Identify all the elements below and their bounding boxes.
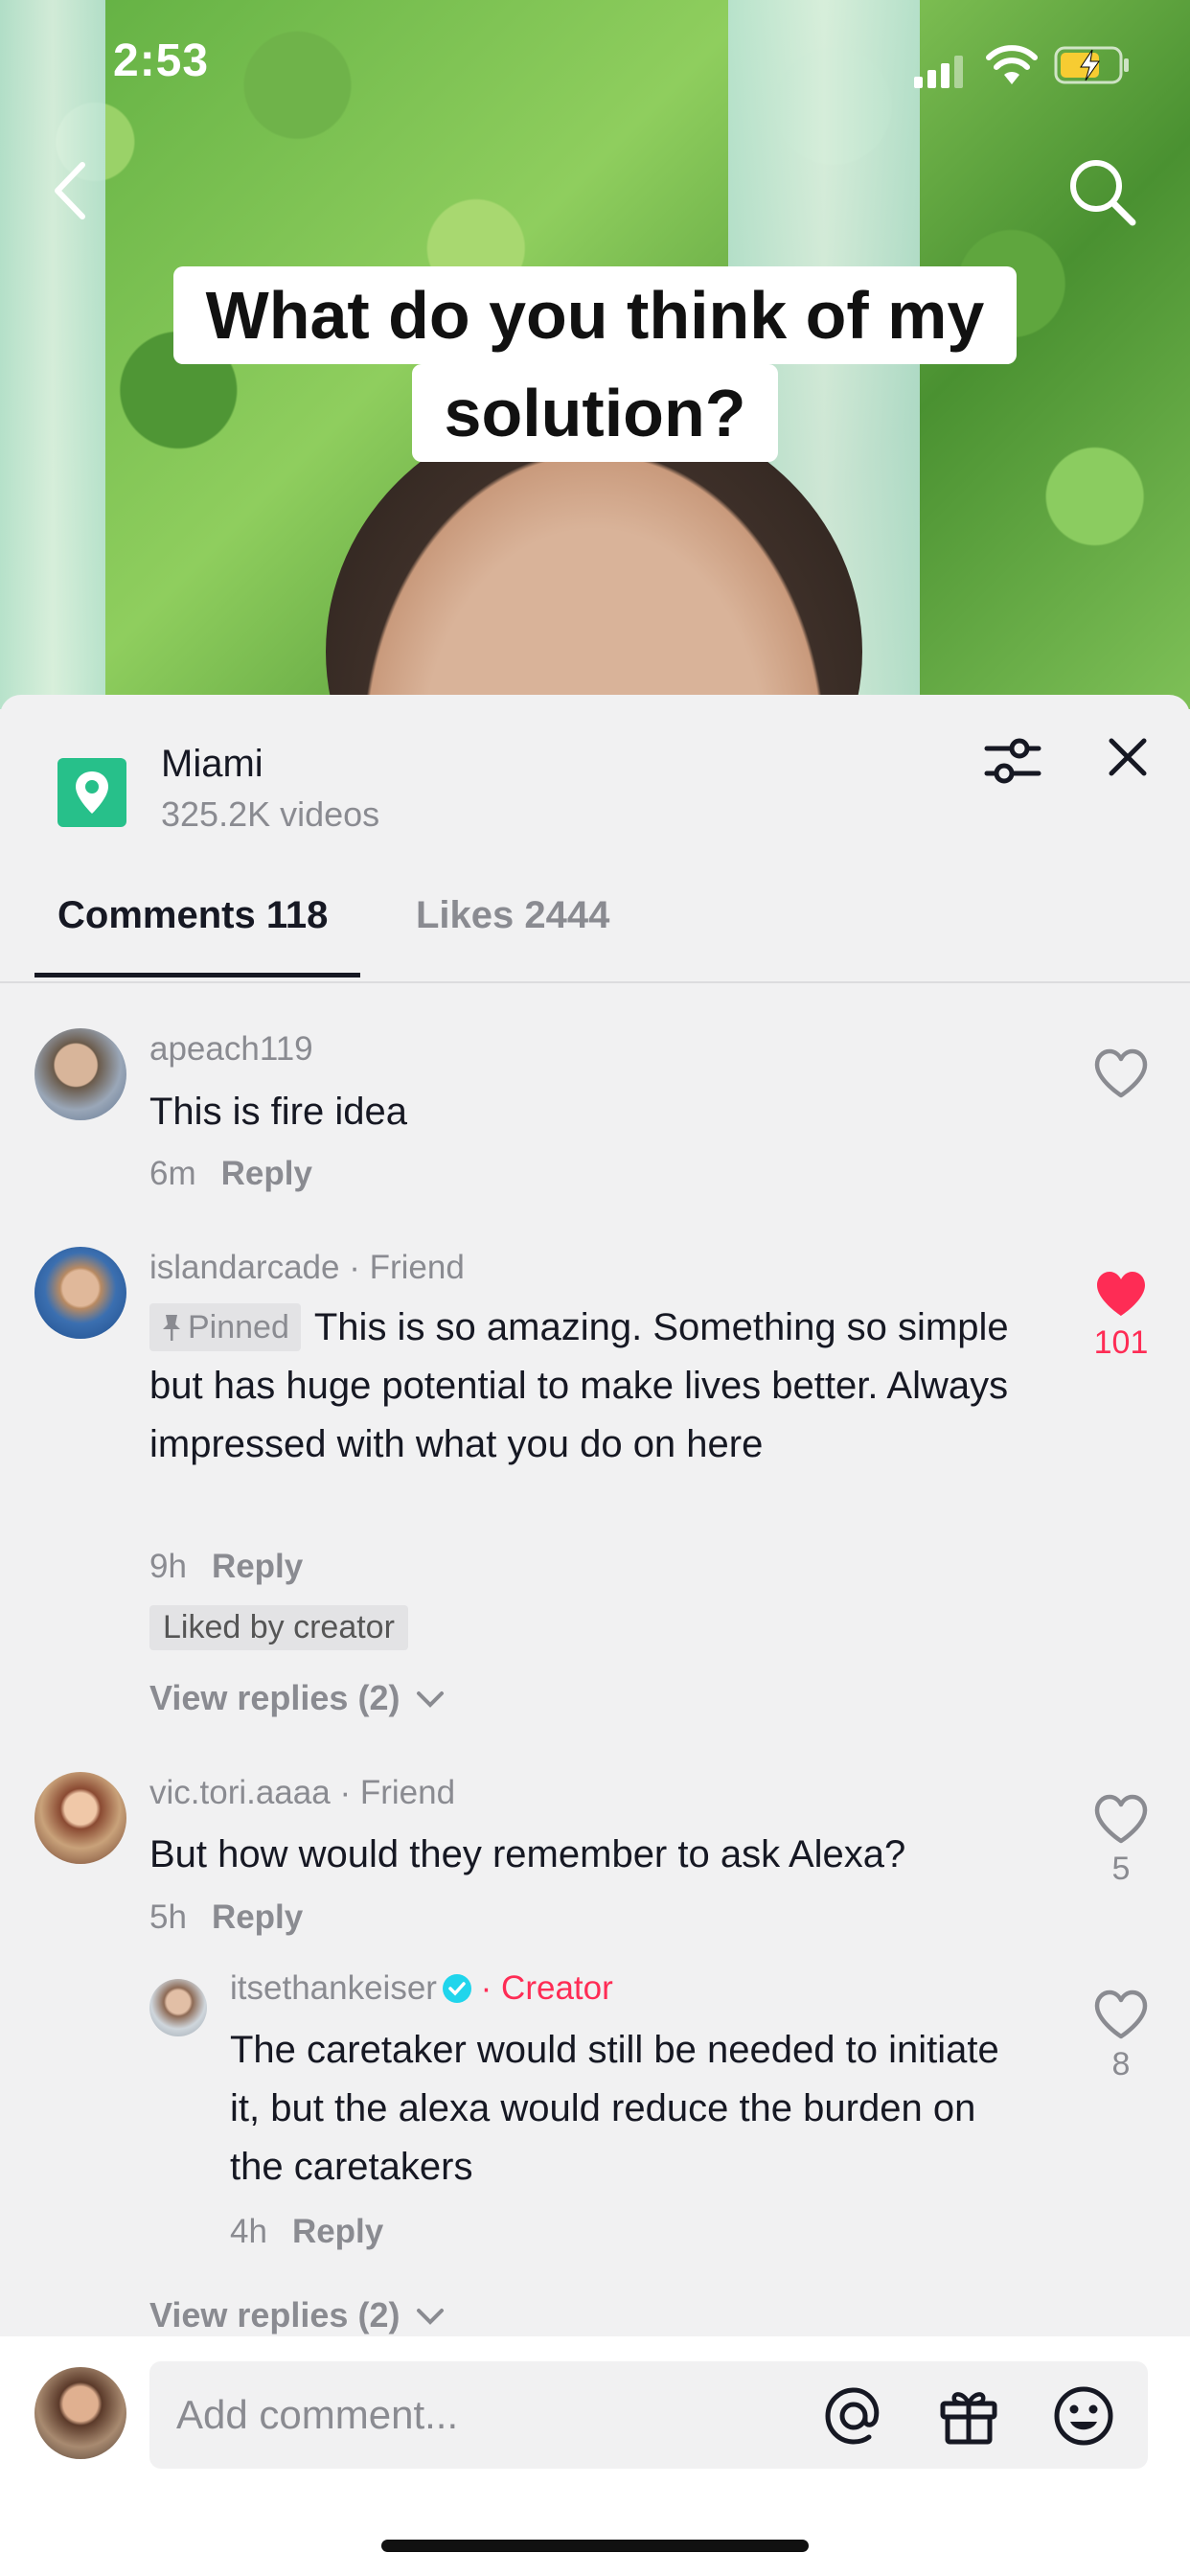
chevron-down-icon	[417, 2309, 445, 2325]
active-tab-indicator	[34, 973, 360, 978]
emoji-smile-icon[interactable]	[1050, 2382, 1117, 2450]
avatar[interactable]	[34, 1772, 126, 1864]
status-bar: 2:53	[0, 0, 1190, 134]
status-time: 2:53	[113, 35, 210, 86]
gift-icon[interactable]	[935, 2382, 1002, 2450]
comment-time: 9h	[149, 1548, 187, 1585]
caption-line-2: solution?	[411, 364, 779, 462]
avatar[interactable]	[34, 1247, 126, 1339]
view-replies-button[interactable]: View replies (2)	[149, 1678, 446, 1718]
view-replies-label: View replies (2)	[149, 1678, 400, 1717]
comment-time: 5h	[149, 1898, 187, 1936]
heart-outline-icon[interactable]	[1092, 1793, 1150, 1847]
verified-badge-icon	[442, 1974, 471, 2003]
like-count: 101	[1093, 1324, 1149, 1361]
comment-text: This is fire idea	[149, 1091, 407, 1133]
reply-button[interactable]: Reply	[292, 2213, 383, 2250]
friend-tag: · Friend	[339, 1249, 465, 1286]
comment-username-row: itsethankeiser · Creator	[230, 1969, 613, 2008]
location-title[interactable]: Miami	[161, 743, 263, 786]
mention-at-icon[interactable]	[820, 2382, 887, 2450]
like-count: 8	[1111, 2046, 1131, 2082]
comment-meta: 6m Reply	[149, 1155, 312, 1193]
reply-button[interactable]: Reply	[212, 1898, 303, 1936]
comment-time: 6m	[149, 1155, 196, 1192]
friend-tag: · Friend	[330, 1774, 456, 1811]
tab-likes[interactable]: Likes 2444	[416, 894, 609, 937]
home-indicator	[381, 2540, 809, 2552]
comment-meta: 9h Reply	[149, 1548, 303, 1586]
comment-username[interactable]: apeach119	[149, 1030, 313, 1069]
tab-comments[interactable]: Comments 118	[57, 894, 328, 937]
avatar[interactable]	[149, 1979, 207, 2036]
comment-input[interactable]: Add comment...	[149, 2361, 1148, 2469]
filter-sliders-icon[interactable]	[981, 729, 1044, 793]
heart-outline-icon[interactable]	[1092, 1047, 1150, 1101]
battery-charging-icon	[1054, 46, 1129, 84]
heart-outline-icon[interactable]	[1092, 1989, 1150, 2042]
comment-time: 4h	[230, 2213, 267, 2250]
search-icon[interactable]	[1065, 155, 1138, 228]
like-count: 5	[1111, 1851, 1131, 1887]
comment-meta: 5h Reply	[149, 1898, 303, 1937]
avatar[interactable]	[34, 1028, 126, 1120]
comment-username[interactable]: vic.tori.aaaa	[149, 1774, 331, 1811]
back-arrow-icon[interactable]	[44, 157, 102, 224]
comment-text-block: Pinned This is so amazing. Something so s…	[149, 1299, 1031, 1474]
comments-sheet: Miami 325.2K videos Comments 118 Likes 2…	[0, 695, 1190, 2576]
location-video-count: 325.2K videos	[161, 794, 380, 834]
reply-button[interactable]: Reply	[221, 1155, 312, 1192]
comment-username[interactable]: itsethankeiser	[230, 1969, 437, 2007]
comment-placeholder: Add comment...	[176, 2392, 459, 2437]
wifi-icon	[986, 45, 1038, 84]
comment-text: But how would they remember to ask Alexa…	[149, 1833, 906, 1875]
close-icon[interactable]	[1100, 729, 1156, 785]
current-user-avatar	[34, 2367, 126, 2459]
comment-username[interactable]: islandarcade	[149, 1249, 339, 1286]
view-replies-button[interactable]: View replies (2)	[149, 2295, 446, 2335]
comment-text: The caretaker would still be needed to i…	[230, 2029, 999, 2188]
cellular-signal-icon	[914, 56, 963, 88]
view-replies-label: View replies (2)	[149, 2295, 400, 2334]
video-caption: What do you think of my solution?	[0, 266, 1190, 462]
comment-username-row: vic.tori.aaaa · Friend	[149, 1774, 455, 1812]
comment-input-bar: Add comment...	[0, 2336, 1190, 2576]
pinned-label: Pinned	[188, 1309, 289, 1346]
pin-icon	[163, 1315, 180, 1341]
liked-by-creator-badge: Liked by creator	[149, 1605, 408, 1650]
location-pin-icon[interactable]	[57, 758, 126, 827]
caption-line-1: What do you think of my	[172, 266, 1018, 364]
heart-filled-icon[interactable]	[1092, 1268, 1150, 1322]
divider	[0, 981, 1190, 983]
comment-username-row: islandarcade · Friend	[149, 1249, 465, 1287]
creator-tag: · Creator	[470, 1969, 613, 2007]
chevron-down-icon	[417, 1691, 445, 1708]
reply-button[interactable]: Reply	[212, 1548, 303, 1585]
comment-meta: 4h Reply	[230, 2213, 383, 2251]
pinned-badge: Pinned	[149, 1303, 301, 1351]
